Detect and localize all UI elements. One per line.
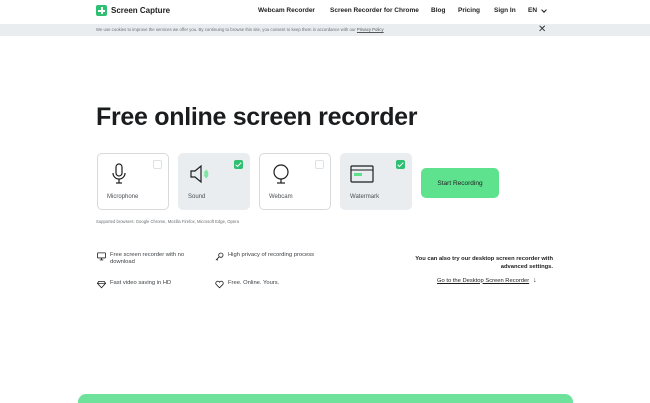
- feature-text: Fast video saving in HD: [110, 280, 172, 286]
- option-watermark[interactable]: Watermark: [340, 153, 412, 210]
- desktop-recorder-text: You can also try our desktop screen reco…: [415, 256, 553, 270]
- arrow-down-icon: ↓: [533, 277, 537, 284]
- feature-item: Free. Online. Yours.: [215, 280, 315, 289]
- chevron-down-icon: [541, 6, 547, 13]
- nav-screen-recorder-chrome[interactable]: Screen Recorder for Chrome: [330, 7, 419, 14]
- webcam-icon: [273, 164, 289, 184]
- cookie-text: We use cookies to improve the services w…: [96, 27, 384, 32]
- sound-checkbox[interactable]: [234, 160, 243, 169]
- nav-blog[interactable]: Blog: [431, 7, 445, 14]
- cookie-message: We use cookies to improve the services w…: [96, 27, 356, 32]
- feature-item: Fast video saving in HD: [97, 280, 207, 289]
- feature-item: Free screen recorder with no download: [97, 252, 207, 266]
- feature-item: High privacy of recording process: [215, 252, 315, 261]
- logo-text: Screen Capture: [111, 6, 171, 15]
- desktop-link-label: Go to the Desktop Screen Recorder: [437, 277, 530, 284]
- option-label: Watermark: [350, 194, 380, 200]
- feature-text: High privacy of recording process: [228, 252, 315, 258]
- option-microphone[interactable]: Microphone: [97, 153, 169, 210]
- nav-webcam-recorder[interactable]: Webcam Recorder: [258, 7, 315, 14]
- key-icon: [215, 252, 224, 261]
- heart-icon: [215, 280, 224, 289]
- speaker-icon: [190, 164, 209, 184]
- header: Screen Capture Webcam Recorder Screen Re…: [0, 0, 650, 24]
- logo[interactable]: Screen Capture: [96, 5, 170, 16]
- privacy-policy-link[interactable]: Privacy Policy: [357, 27, 384, 32]
- microphone-checkbox[interactable]: [153, 160, 162, 169]
- option-label: Webcam: [269, 194, 293, 200]
- logo-plus-icon: [96, 5, 107, 16]
- close-icon[interactable]: ✕: [538, 25, 546, 35]
- feature-text: Free. Online. Yours.: [228, 280, 280, 286]
- webcam-checkbox[interactable]: [315, 160, 324, 169]
- supported-browsers: Supported browsers: Google Chrome, Mozil…: [96, 219, 239, 224]
- option-sound[interactable]: Sound: [178, 153, 250, 210]
- watermark-checkbox[interactable]: [396, 160, 405, 169]
- desktop-recorder-link[interactable]: Go to the Desktop Screen Recorder ↓: [437, 277, 537, 284]
- nav-pricing[interactable]: Pricing: [458, 7, 480, 14]
- language-selector[interactable]: EN: [528, 6, 547, 14]
- page-title: Free online screen recorder: [96, 103, 418, 131]
- bottom-banner: [78, 394, 573, 403]
- option-label: Sound: [188, 194, 206, 200]
- language-label: EN: [528, 7, 538, 14]
- microphone-icon: [112, 163, 126, 184]
- start-recording-button[interactable]: Start Recording: [421, 168, 499, 198]
- cookie-banner: We use cookies to improve the services w…: [0, 24, 650, 36]
- watermark-icon: [350, 165, 374, 183]
- monitor-icon: [97, 252, 106, 261]
- nav-sign-in[interactable]: Sign In: [494, 7, 516, 14]
- feature-text: Free screen recorder with no download: [110, 252, 185, 266]
- option-webcam[interactable]: Webcam: [259, 153, 331, 210]
- option-label: Microphone: [107, 194, 139, 200]
- diamond-icon: [97, 280, 106, 289]
